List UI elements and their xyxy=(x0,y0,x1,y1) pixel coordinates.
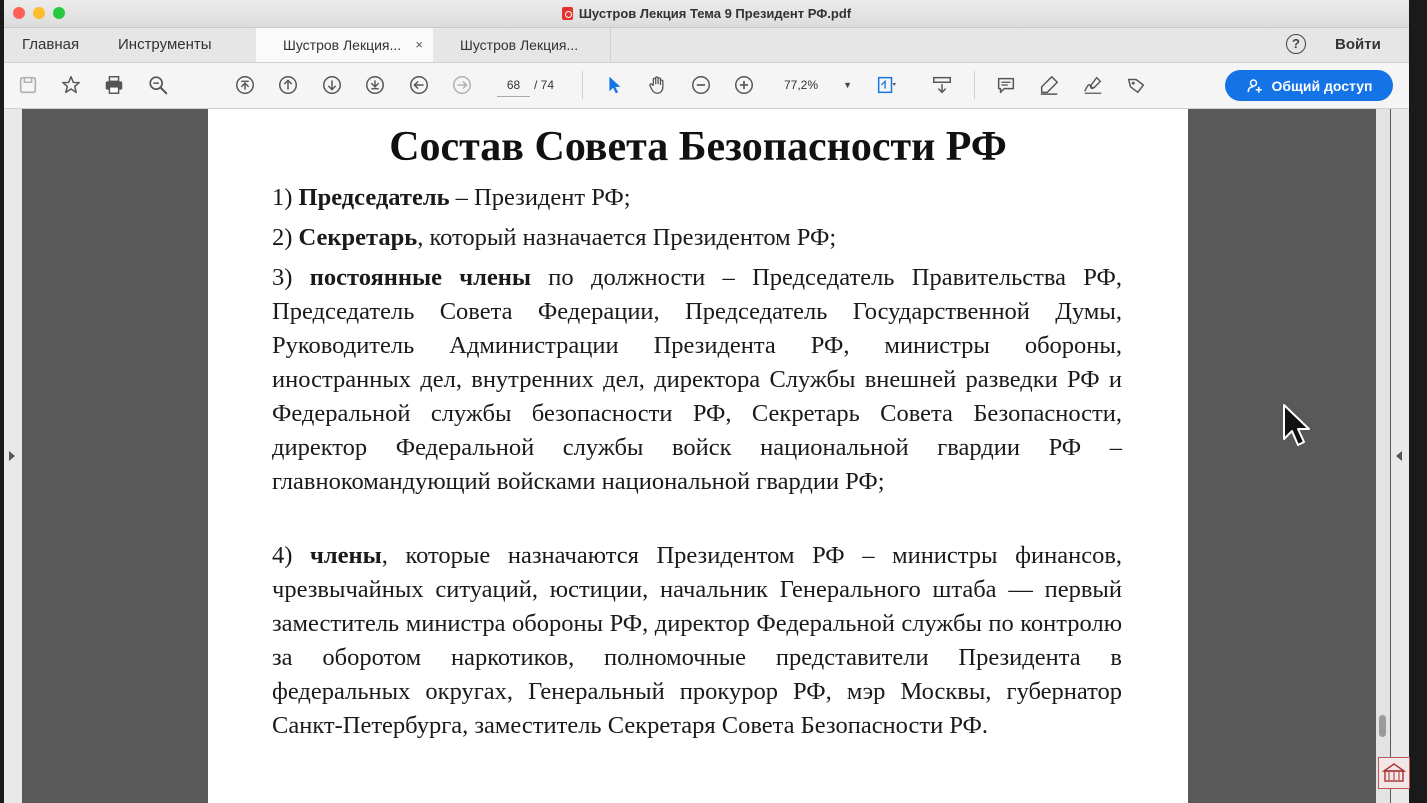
scroll-mode-icon[interactable] xyxy=(930,73,954,97)
item-text: по должности – Председатель Правительств… xyxy=(272,264,1122,495)
share-button[interactable]: Общий доступ xyxy=(1225,70,1393,101)
tab-document-label: Шустров Лекция... xyxy=(283,37,402,53)
list-item: 2) Секретарь, который назначается Презид… xyxy=(272,221,1122,255)
mouse-cursor-icon xyxy=(1283,404,1310,446)
item-term: члены xyxy=(310,542,382,569)
window-title: Шустров Лекция Тема 9 Президент РФ.pdf xyxy=(578,6,852,21)
hand-tool-icon[interactable] xyxy=(645,73,669,97)
sign-icon[interactable] xyxy=(1081,73,1105,97)
vertical-scrollbar[interactable] xyxy=(1376,109,1390,803)
left-panel-toggle[interactable] xyxy=(4,109,22,803)
fit-page-icon[interactable] xyxy=(874,73,898,97)
next-page-icon[interactable] xyxy=(320,73,344,97)
page-number-input[interactable]: 68 xyxy=(497,74,530,97)
select-cursor-icon[interactable] xyxy=(602,73,626,97)
expand-left-icon xyxy=(1396,451,1402,461)
help-icon[interactable]: ? xyxy=(1286,34,1306,54)
tab-document-label: Шустров Лекция... xyxy=(460,37,579,53)
comment-icon[interactable] xyxy=(994,73,1018,97)
item-term: Секретарь xyxy=(298,224,418,251)
tab-document-active[interactable]: Шустров Лекция... × xyxy=(256,28,433,62)
title-bar: Шустров Лекция Тема 9 Президент РФ.pdf xyxy=(4,0,1409,28)
prev-page-icon[interactable] xyxy=(276,73,300,97)
tab-tools[interactable]: Инструменты xyxy=(118,28,212,62)
zoom-select[interactable]: 77,2% ▼ xyxy=(776,74,856,96)
right-panel-toggle[interactable] xyxy=(1391,109,1409,803)
highlight-icon[interactable] xyxy=(1037,73,1061,97)
item-text: – Президент РФ; xyxy=(449,184,631,211)
tab-document[interactable]: Шустров Лекция... xyxy=(433,28,611,62)
back-icon[interactable] xyxy=(407,73,431,97)
zoom-out-icon[interactable] xyxy=(689,73,713,97)
item-number: 2) xyxy=(272,224,293,251)
share-user-icon xyxy=(1247,78,1262,93)
pdf-file-icon xyxy=(561,7,573,20)
item-number: 4) xyxy=(272,542,293,569)
tab-home[interactable]: Главная xyxy=(22,28,79,62)
document-viewport: Состав Совета Безопасности РФ 1) Председ… xyxy=(4,109,1409,803)
toolbar-divider xyxy=(974,71,975,99)
window-title-area: Шустров Лекция Тема 9 Президент РФ.pdf xyxy=(4,0,1409,27)
page-total: / 74 xyxy=(534,78,555,92)
tab-close-icon[interactable]: × xyxy=(415,28,423,62)
item-number: 3) xyxy=(272,264,293,291)
item-term: Председатель xyxy=(298,184,450,211)
pdf-page: Состав Совета Безопасности РФ 1) Председ… xyxy=(208,109,1188,803)
first-page-icon[interactable] xyxy=(233,73,257,97)
expand-right-icon xyxy=(9,451,15,461)
item-term: постоянные члены xyxy=(309,264,531,291)
toolbar-divider xyxy=(582,71,583,99)
zoom-value: 77,2% xyxy=(784,78,819,92)
forward-icon[interactable] xyxy=(450,73,474,97)
tab-bar: Главная Инструменты Шустров Лекция... × … xyxy=(4,28,1409,63)
page-heading: Состав Совета Безопасности РФ xyxy=(389,124,1007,170)
search-zoom-icon[interactable] xyxy=(146,73,170,97)
zoom-in-icon[interactable] xyxy=(732,73,756,97)
login-button[interactable]: Войти xyxy=(1335,28,1381,62)
print-icon[interactable] xyxy=(102,73,126,97)
last-page-icon[interactable] xyxy=(363,73,387,97)
save-icon[interactable] xyxy=(16,73,40,97)
stamp-icon[interactable] xyxy=(1124,73,1148,97)
share-button-label: Общий доступ xyxy=(1271,77,1373,94)
bookmark-star-icon[interactable] xyxy=(59,73,83,97)
list-item: 3) постоянные члены по должности – Предс… xyxy=(272,261,1122,499)
list-item: 1) Председатель – Президент РФ; xyxy=(272,181,1122,215)
item-text: , который назначается Президентом РФ; xyxy=(417,224,837,251)
item-text: , которые назначаются Президентом РФ – м… xyxy=(272,542,1123,739)
logo-icon xyxy=(1378,757,1410,789)
chevron-down-icon: ▼ xyxy=(843,80,852,90)
toolbar: 68 / 74 77,2% ▼ Общий доступ xyxy=(4,63,1409,109)
scrollbar-thumb[interactable] xyxy=(1379,715,1386,737)
list-item: 4) члены, которые назначаются Президенто… xyxy=(272,539,1122,743)
item-number: 1) xyxy=(272,184,293,211)
acrobat-window: Шустров Лекция Тема 9 Президент РФ.pdf Г… xyxy=(4,0,1409,803)
